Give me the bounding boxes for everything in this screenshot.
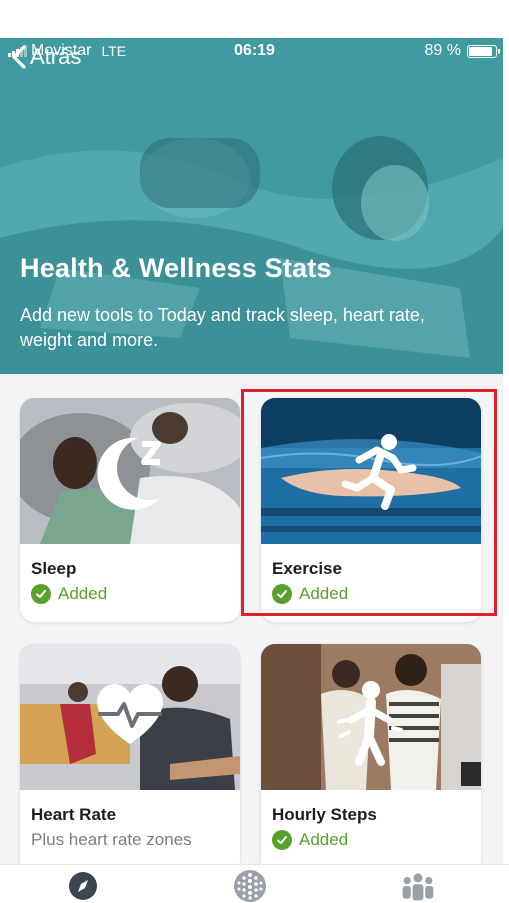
status-label: Added (299, 830, 349, 849)
check-circle-icon (272, 584, 292, 604)
community-icon (402, 873, 434, 901)
chevron-left-icon (12, 45, 26, 69)
card-title: Exercise (272, 559, 342, 578)
status-label: Added (58, 584, 108, 603)
hero-banner: Health & Wellness Stats Add new tools to… (0, 38, 503, 374)
battery-icon (467, 44, 500, 58)
walking-person-icon (337, 681, 403, 766)
tab-today[interactable] (232, 870, 268, 902)
added-status: Added (31, 584, 107, 604)
tab-bar (0, 864, 509, 903)
hero-title: Health & Wellness Stats (20, 253, 332, 283)
back-label: Atrás (30, 44, 82, 69)
card-heart-rate[interactable]: Heart Rate Plus heart rate zones (20, 644, 240, 874)
status-label: Plus heart rate zones (31, 830, 192, 849)
compass-icon (69, 872, 97, 900)
back-button[interactable]: Atrás (10, 44, 81, 70)
dots-grid-icon (234, 870, 266, 902)
status-label: Added (299, 584, 349, 603)
card-title: Sleep (31, 559, 77, 578)
hero-subtitle: Add new tools to Today and track sleep, … (20, 305, 425, 350)
heart-pulse-icon (97, 683, 163, 744)
added-status: Added (272, 830, 348, 850)
card-title: Hourly Steps (272, 805, 377, 824)
status-text: Plus heart rate zones (31, 830, 192, 850)
hourly-steps-photo (261, 644, 481, 790)
check-circle-icon (272, 830, 292, 850)
sleep-photo (20, 398, 240, 544)
card-exercise[interactable]: Exercise Added (261, 398, 481, 622)
card-title: Heart Rate (31, 805, 117, 824)
added-status: Added (272, 584, 348, 604)
tab-discover[interactable] (65, 871, 101, 901)
moon-sleep-icon (97, 437, 161, 510)
card-sleep[interactable]: Sleep Added (20, 398, 240, 622)
tools-grid: Sleep Added Exercise Added Heart Rate Pl… (0, 374, 503, 874)
tab-community[interactable] (400, 871, 436, 901)
runner-icon (341, 434, 417, 510)
exercise-photo (261, 398, 481, 544)
card-hourly-steps[interactable]: Hourly Steps Added (261, 644, 481, 874)
battery-percent: 89 % (424, 42, 461, 59)
heart-rate-photo (20, 644, 240, 790)
check-circle-icon (31, 584, 51, 604)
